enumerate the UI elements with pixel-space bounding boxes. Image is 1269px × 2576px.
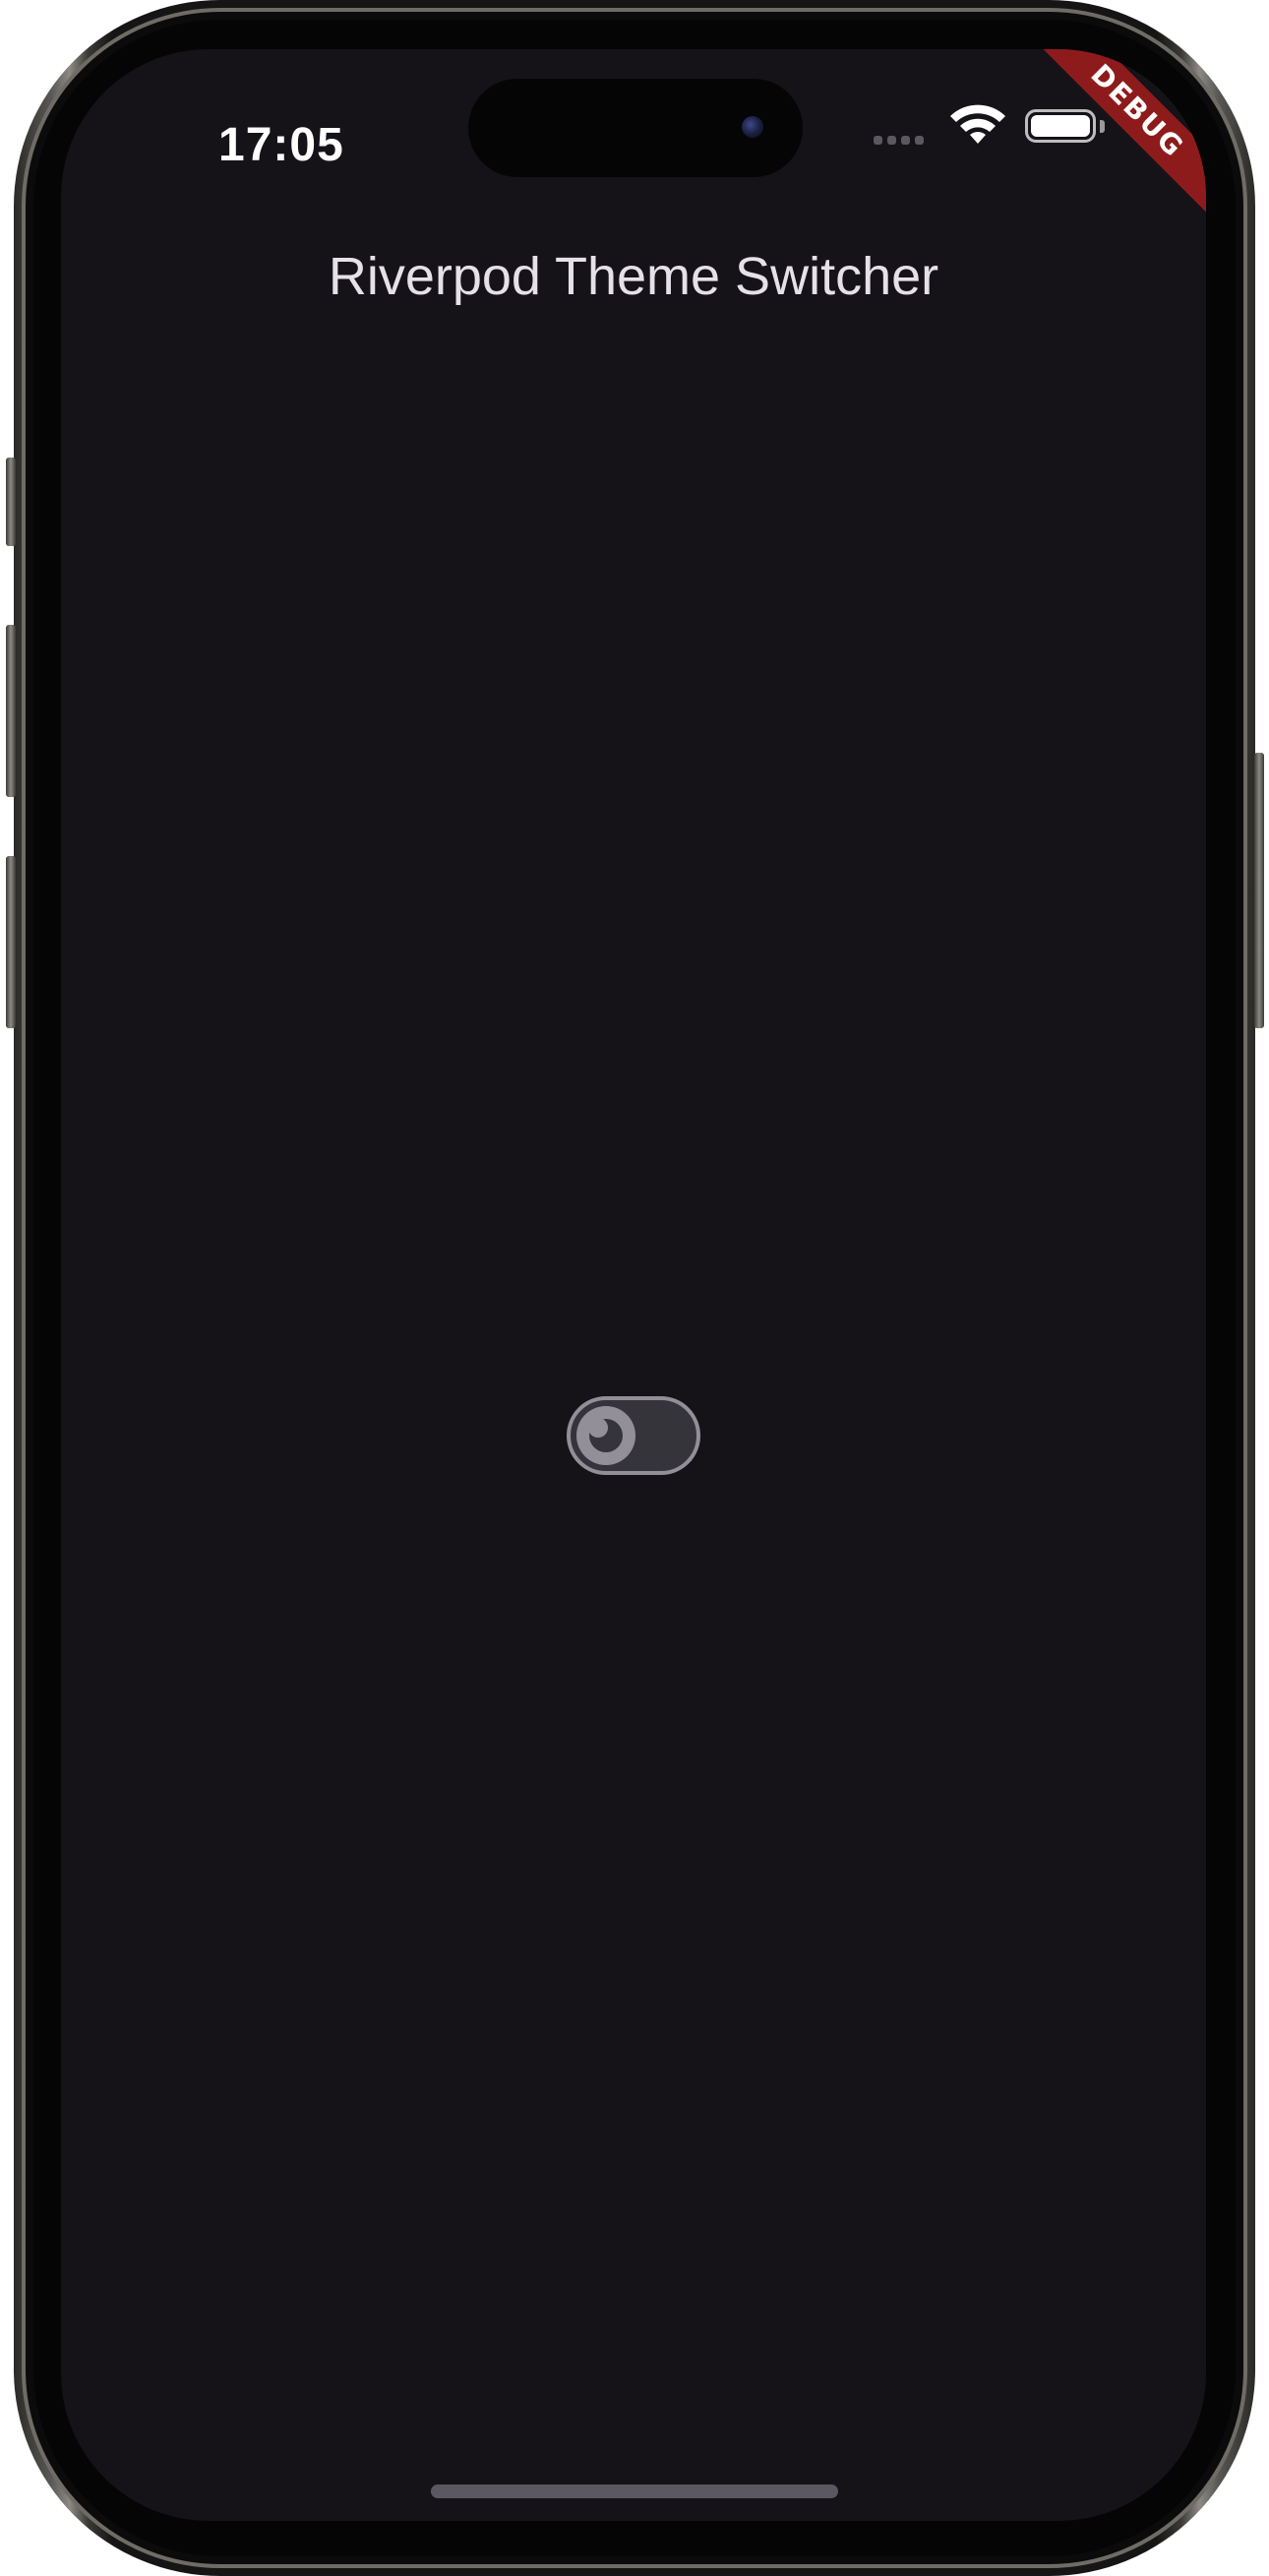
toggle-thumb	[576, 1406, 635, 1465]
dynamic-island	[468, 79, 803, 177]
status-time: 17:05	[218, 119, 344, 171]
battery-icon	[1025, 109, 1096, 143]
battery-cap	[1100, 120, 1105, 133]
volume-down-button	[6, 856, 16, 1028]
theme-toggle-switch[interactable]	[567, 1396, 700, 1475]
action-button	[6, 458, 16, 546]
home-indicator[interactable]	[431, 2484, 838, 2498]
app-screen: 17:05 DEBUG Riverpod Theme Switcher	[61, 49, 1206, 2521]
volume-up-button	[6, 625, 16, 797]
wifi-icon	[950, 104, 1005, 144]
cellular-signal-icon	[874, 136, 924, 145]
battery-level	[1031, 115, 1090, 137]
page-title: Riverpod Theme Switcher	[328, 247, 939, 306]
power-button	[1254, 753, 1264, 1028]
moon-icon	[588, 1418, 623, 1452]
camera-icon	[742, 116, 763, 138]
